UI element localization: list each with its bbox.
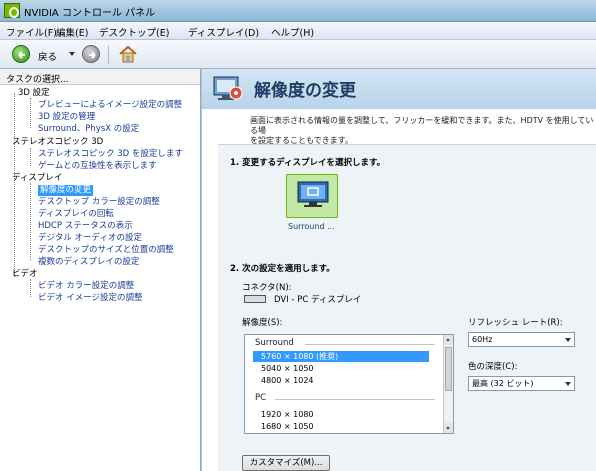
home-icon[interactable] <box>118 44 138 64</box>
connector-label: コネクタ(N): <box>242 283 292 293</box>
refresh-rate-value: 60Hz <box>472 335 493 344</box>
back-label[interactable]: 戻る <box>38 49 57 63</box>
tree-item-change-resolution[interactable]: 解像度の変更 <box>38 185 94 196</box>
tree-item-video-color[interactable]: ビデオ カラー設定の調整 <box>38 281 134 292</box>
page-title: 解像度の変更 <box>254 81 356 101</box>
tree-branch-line <box>30 183 31 261</box>
tree-branch-line <box>30 279 31 297</box>
customize-button[interactable]: カスタマイズ(M)... <box>242 455 330 471</box>
scroll-down-icon[interactable] <box>444 423 453 433</box>
display-settings-icon <box>213 76 243 100</box>
resolution-item[interactable]: 1680 × 1050 <box>253 421 429 432</box>
resolution-scrollbar[interactable] <box>443 335 453 433</box>
resolution-item[interactable]: 1920 × 1080 <box>253 409 429 420</box>
tree-item-digital-audio[interactable]: デジタル オーディオの設定 <box>38 233 142 244</box>
tree-item-manage-3d[interactable]: 3D 設定の管理 <box>38 112 95 123</box>
tree-group-video[interactable]: ビデオ <box>12 269 38 280</box>
tree-item-rotate-display[interactable]: ディスプレイの回転 <box>38 209 114 220</box>
scroll-thumb[interactable] <box>445 347 452 391</box>
toolbar: 戻る <box>0 40 596 69</box>
tree-group-stereoscopic[interactable]: ステレオスコピック 3D <box>12 137 103 148</box>
resolution-item[interactable]: 4800 × 1024 <box>253 375 429 386</box>
monitor-icon <box>297 181 329 207</box>
tree-item-multi-display[interactable]: 複数のディスプレイの設定 <box>38 257 139 268</box>
tree-branch-line <box>30 98 31 128</box>
content-panel: 解像度の変更 画面に表示される情報の量を調整して、フリッカーを緩和できます。また… <box>202 69 596 471</box>
menu-help[interactable]: ヘルプ(H) <box>271 25 314 39</box>
menu-display[interactable]: ディスプレイ(D) <box>188 25 259 39</box>
tree-item-game-compat[interactable]: ゲームとの互換性を表示します <box>38 161 157 172</box>
tree-root-line <box>14 93 15 277</box>
nvidia-logo-icon <box>4 3 20 18</box>
arrow-right-icon <box>89 51 96 59</box>
display-tile-surround[interactable] <box>286 174 338 218</box>
window-title: NVIDIA コントロール パネル <box>24 8 156 19</box>
dvi-connector-icon <box>244 295 266 303</box>
tree-item-video-image[interactable]: ビデオ イメージ設定の調整 <box>38 293 143 304</box>
toolbar-separator <box>108 46 109 64</box>
chevron-down-icon <box>565 338 571 342</box>
menu-bar: ファイル(F) 編集(E) デスクトップ(E) ディスプレイ(D) ヘルプ(H) <box>0 22 596 40</box>
resolution-list[interactable]: Surround 5760 × 1080 (推奨) 5040 × 1050 48… <box>244 334 454 434</box>
color-depth-label: 色の深度(C): <box>468 362 518 372</box>
menu-desktop[interactable]: デスクトップ(E) <box>99 25 169 39</box>
resolution-item[interactable]: 5040 × 1050 <box>253 363 429 374</box>
back-dropdown-icon[interactable] <box>69 52 75 56</box>
tree-item-desktop-size[interactable]: デスクトップのサイズと位置の調整 <box>38 245 174 256</box>
color-depth-select[interactable]: 最高 (32 ビット) <box>468 376 575 391</box>
forward-button[interactable] <box>82 45 100 63</box>
description-line: 画面に表示される情報の量を調整して、フリッカーを緩和できます。また、HDTV を… <box>250 116 594 135</box>
resolution-group-pc: PC <box>255 393 267 403</box>
section-select-display-title: 1. 変更するディスプレイを選択します。 <box>230 158 386 168</box>
tree-group-3d-settings[interactable]: 3D 設定 <box>18 88 50 99</box>
connector-value: DVI - PC ディスプレイ <box>274 295 362 305</box>
task-header: タスクの選択... <box>0 69 200 85</box>
section-apply-settings-title: 2. 次の設定を適用します。 <box>230 264 335 274</box>
tree-item-setup-stereo[interactable]: ステレオスコピック 3D を設定します <box>38 149 183 160</box>
resolution-group-surround: Surround <box>255 338 294 348</box>
menu-edit[interactable]: 編集(E) <box>56 25 88 39</box>
tree-item-desktop-color[interactable]: デスクトップ カラー設定の調整 <box>38 197 160 208</box>
color-depth-value: 最高 (32 ビット) <box>472 379 534 388</box>
group-divider <box>305 344 435 345</box>
tree-group-display[interactable]: ディスプレイ <box>12 173 62 184</box>
tree-item-hdcp-status[interactable]: HDCP ステータスの表示 <box>38 221 133 232</box>
group-divider <box>275 399 435 400</box>
resolution-item[interactable]: 5760 × 1080 (推奨) <box>253 351 429 362</box>
tree-item-surround-physx[interactable]: Surround、PhysX の設定 <box>38 124 139 135</box>
arrow-left-icon <box>18 51 25 59</box>
refresh-rate-label: リフレッシュ レート(R): <box>468 318 563 328</box>
menu-file[interactable]: ファイル(F) <box>6 25 57 39</box>
tree-item-image-preview[interactable]: プレビューによるイメージ設定の調整 <box>38 100 182 111</box>
scroll-up-icon[interactable] <box>444 335 453 345</box>
chevron-down-icon <box>565 382 571 386</box>
refresh-rate-select[interactable]: 60Hz <box>468 332 575 347</box>
back-button[interactable] <box>12 45 30 63</box>
tree-branch-line <box>30 148 31 166</box>
title-bar: NVIDIA コントロール パネル <box>0 0 596 22</box>
page-header: 解像度の変更 <box>202 69 596 109</box>
display-tile-label: Surround ... <box>288 222 335 231</box>
task-panel: タスクの選択... 3D 設定 プレビューによるイメージ設定の調整 3D 設定の… <box>0 69 201 471</box>
page-description: 画面に表示される情報の量を調整して、フリッカーを緩和できます。また、HDTV を… <box>250 116 596 146</box>
resolution-label: 解像度(S): <box>242 318 283 328</box>
task-header-label: タスクの選択... <box>6 75 69 85</box>
